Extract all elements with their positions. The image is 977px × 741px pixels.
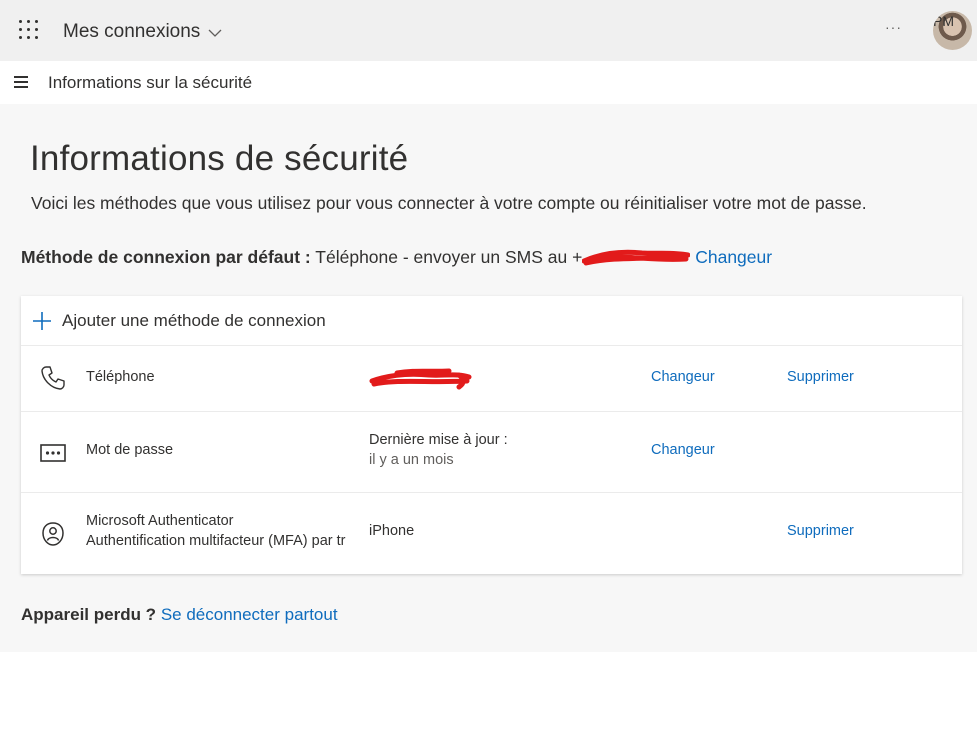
- lost-device-label: Appareil perdu ?: [21, 605, 157, 624]
- password-last-updated-value: il y a un mois: [369, 452, 454, 468]
- method-name-authenticator: Microsoft Authenticator: [86, 513, 234, 529]
- method-detail-phone-redacted: [369, 367, 473, 395]
- phone-icon: [41, 366, 65, 390]
- page-subtitle: Voici les méthodes que vous utilisez pou…: [31, 193, 867, 213]
- delete-authenticator-link[interactable]: Supprimer: [787, 523, 854, 539]
- authenticator-lock-icon: [42, 522, 64, 546]
- change-phone-link[interactable]: Changeur: [651, 369, 715, 385]
- avatar[interactable]: PM: [933, 11, 972, 50]
- hamburger-menu-icon[interactable]: [14, 76, 28, 88]
- delete-phone-link[interactable]: Supprimer: [787, 369, 854, 385]
- method-row-authenticator: Microsoft Authenticator Authentification…: [21, 494, 962, 574]
- top-bar: Mes connexions ··· PM: [0, 0, 977, 61]
- default-method-value: Téléphone - envoyer un SMS au +: [315, 247, 583, 267]
- change-password-link[interactable]: Changeur: [651, 442, 715, 458]
- method-row-password: Mot de passe Dernière mise à jour : il y…: [21, 413, 962, 493]
- method-name-password: Mot de passe: [86, 442, 174, 458]
- default-method: Méthode de connexion par défaut : Téléph…: [21, 247, 772, 268]
- method-name-phone: Téléphone: [86, 369, 155, 385]
- more-options-button[interactable]: ···: [885, 19, 902, 35]
- method-description-authenticator: Authentification multifacteur (MFA) par …: [86, 533, 346, 549]
- app-switcher-label: Mes connexions: [63, 21, 201, 42]
- lost-device: Appareil perdu ? Se déconnecter partout: [21, 605, 338, 625]
- app-launcher-icon[interactable]: [19, 20, 39, 40]
- add-method-label: Ajouter une méthode de connexion: [62, 311, 326, 330]
- default-method-change-link[interactable]: Changeur: [695, 247, 772, 267]
- chevron-down-icon: [208, 29, 222, 37]
- authenticator-device: iPhone: [369, 523, 415, 539]
- add-method-button[interactable]: Ajouter une méthode de connexion: [21, 296, 962, 346]
- app-switcher-dropdown[interactable]: Mes connexions: [63, 21, 222, 43]
- default-method-label: Méthode de connexion par défaut :: [21, 247, 311, 267]
- password-last-updated-label: Dernière mise à jour :: [369, 432, 508, 448]
- plus-icon: [33, 312, 51, 330]
- method-row-phone: Téléphone Changeur Supprimer: [21, 347, 962, 412]
- nav-title: Informations sur la sécurité: [48, 73, 253, 92]
- avatar-initials: PM: [933, 13, 954, 29]
- sign-out-everywhere-link[interactable]: Se déconnecter partout: [161, 605, 338, 624]
- methods-card: Ajouter une méthode de connexion Télépho…: [21, 296, 962, 574]
- password-icon: [40, 444, 66, 462]
- page-title: Informations de sécurité: [30, 139, 409, 178]
- redaction-scribble: [581, 249, 691, 267]
